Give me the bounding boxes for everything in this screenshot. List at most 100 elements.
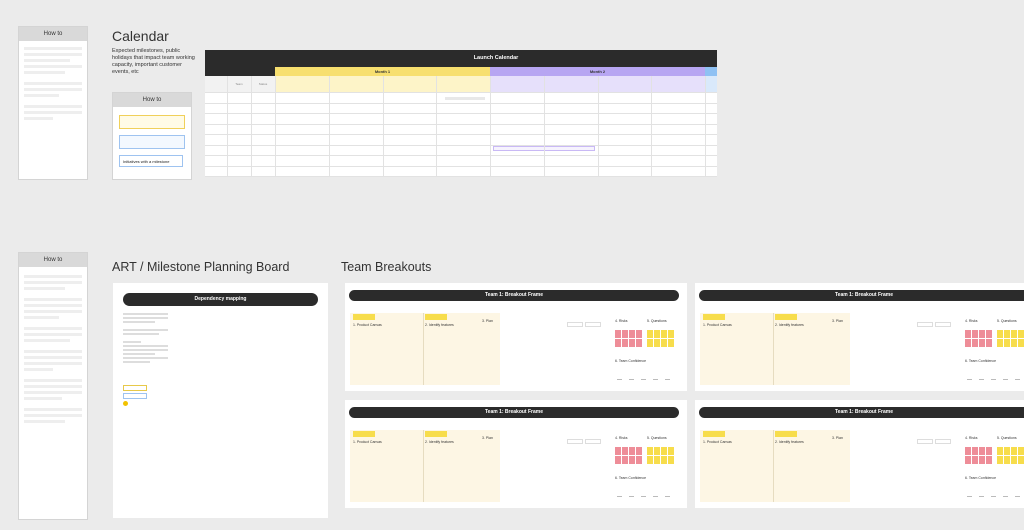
confidence-mark[interactable] [665, 496, 670, 497]
risk-sticky[interactable] [636, 447, 642, 455]
question-sticky[interactable] [1011, 339, 1017, 347]
panel-tag[interactable] [703, 314, 725, 320]
question-sticky[interactable] [668, 330, 674, 338]
confidence-mark[interactable] [967, 496, 972, 497]
confidence-mark[interactable] [629, 379, 634, 380]
question-sticky[interactable] [1011, 456, 1017, 464]
risk-sticky[interactable] [986, 339, 992, 347]
risk-sticky[interactable] [629, 456, 635, 464]
question-sticky[interactable] [647, 456, 653, 464]
question-sticky[interactable] [1018, 456, 1024, 464]
question-sticky[interactable] [997, 447, 1003, 455]
risk-sticky[interactable] [986, 330, 992, 338]
panel-tag[interactable] [703, 431, 725, 437]
risk-sticky[interactable] [972, 339, 978, 347]
risk-sticky[interactable] [622, 456, 628, 464]
art-sample-1[interactable] [123, 385, 147, 391]
question-sticky[interactable] [654, 330, 660, 338]
confidence-mark[interactable] [617, 379, 622, 380]
risk-sticky[interactable] [972, 456, 978, 464]
risk-sticky[interactable] [615, 339, 621, 347]
confidence-mark[interactable] [641, 379, 646, 380]
question-sticky[interactable] [997, 339, 1003, 347]
question-sticky[interactable] [654, 339, 660, 347]
confidence-mark[interactable] [991, 496, 996, 497]
calendar-item[interactable] [445, 97, 485, 100]
question-sticky[interactable] [668, 447, 674, 455]
risk-sticky[interactable] [986, 447, 992, 455]
question-sticky[interactable] [661, 447, 667, 455]
question-sticky[interactable] [1004, 339, 1010, 347]
question-sticky[interactable] [997, 330, 1003, 338]
confidence-mark[interactable] [617, 496, 622, 497]
risk-sticky[interactable] [636, 339, 642, 347]
risk-sticky[interactable] [615, 330, 621, 338]
plan-box[interactable] [917, 439, 933, 444]
question-sticky[interactable] [661, 339, 667, 347]
plan-box[interactable] [935, 439, 951, 444]
question-sticky[interactable] [668, 339, 674, 347]
confidence-mark[interactable] [967, 379, 972, 380]
question-sticky[interactable] [654, 447, 660, 455]
question-sticky[interactable] [1004, 330, 1010, 338]
panel-tag[interactable] [353, 431, 375, 437]
risk-sticky[interactable] [629, 339, 635, 347]
question-sticky[interactable] [654, 456, 660, 464]
risk-sticky[interactable] [622, 447, 628, 455]
confidence-mark[interactable] [1015, 379, 1020, 380]
risk-sticky[interactable] [972, 330, 978, 338]
howto-item-milestone[interactable]: Initiatives with a milestone [119, 155, 183, 167]
panel-tag[interactable] [425, 431, 447, 437]
confidence-mark[interactable] [991, 379, 996, 380]
panel-tag[interactable] [775, 431, 797, 437]
risk-sticky[interactable] [622, 330, 628, 338]
question-sticky[interactable] [1018, 330, 1024, 338]
risk-sticky[interactable] [979, 447, 985, 455]
risk-sticky[interactable] [965, 447, 971, 455]
plan-box[interactable] [585, 439, 601, 444]
confidence-mark[interactable] [653, 496, 658, 497]
risk-sticky[interactable] [615, 447, 621, 455]
confidence-mark[interactable] [653, 379, 658, 380]
confidence-mark[interactable] [979, 379, 984, 380]
panel-tag[interactable] [353, 314, 375, 320]
question-sticky[interactable] [1018, 447, 1024, 455]
confidence-mark[interactable] [1015, 496, 1020, 497]
question-sticky[interactable] [647, 447, 653, 455]
risk-sticky[interactable] [965, 330, 971, 338]
confidence-mark[interactable] [665, 379, 670, 380]
question-sticky[interactable] [668, 456, 674, 464]
question-sticky[interactable] [647, 330, 653, 338]
howto-item-2[interactable] [119, 135, 185, 149]
question-sticky[interactable] [647, 339, 653, 347]
panel-tag[interactable] [775, 314, 797, 320]
confidence-mark[interactable] [1003, 379, 1008, 380]
panel-tag[interactable] [425, 314, 447, 320]
confidence-mark[interactable] [1003, 496, 1008, 497]
confidence-mark[interactable] [629, 496, 634, 497]
risk-sticky[interactable] [979, 330, 985, 338]
risk-sticky[interactable] [979, 339, 985, 347]
confidence-mark[interactable] [979, 496, 984, 497]
plan-box[interactable] [917, 322, 933, 327]
risk-sticky[interactable] [972, 447, 978, 455]
art-sample-2[interactable] [123, 393, 147, 399]
question-sticky[interactable] [1011, 447, 1017, 455]
risk-sticky[interactable] [636, 330, 642, 338]
risk-sticky[interactable] [965, 456, 971, 464]
confidence-mark[interactable] [641, 496, 646, 497]
question-sticky[interactable] [661, 456, 667, 464]
risk-sticky[interactable] [979, 456, 985, 464]
question-sticky[interactable] [1011, 330, 1017, 338]
question-sticky[interactable] [661, 330, 667, 338]
risk-sticky[interactable] [629, 447, 635, 455]
plan-box[interactable] [585, 322, 601, 327]
question-sticky[interactable] [1004, 456, 1010, 464]
question-sticky[interactable] [1004, 447, 1010, 455]
risk-sticky[interactable] [986, 456, 992, 464]
question-sticky[interactable] [997, 456, 1003, 464]
risk-sticky[interactable] [622, 339, 628, 347]
risk-sticky[interactable] [636, 456, 642, 464]
risk-sticky[interactable] [965, 339, 971, 347]
howto-item-1[interactable] [119, 115, 185, 129]
